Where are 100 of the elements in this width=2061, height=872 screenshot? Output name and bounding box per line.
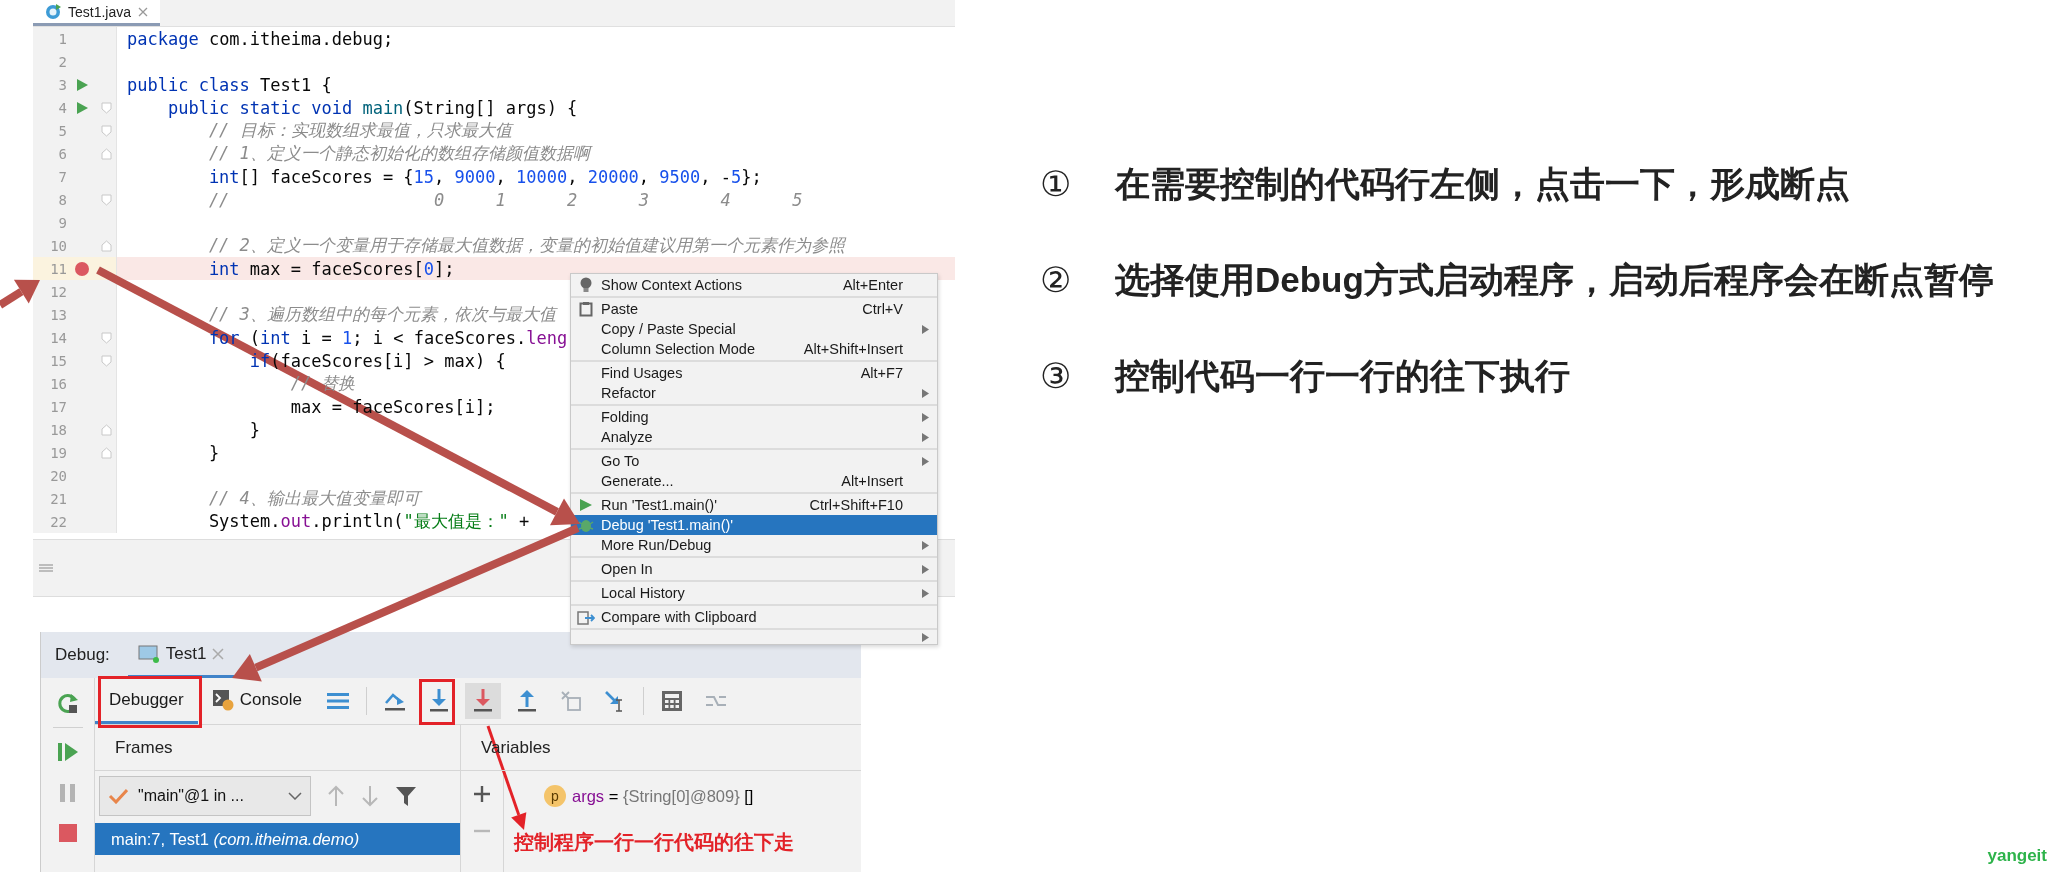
frames-header: Frames [95,725,460,771]
code-line: } [248,419,261,440]
remove-icon [473,829,491,833]
menu-item[interactable]: Open In [571,559,937,579]
menu-item[interactable]: Analyze [571,427,937,447]
line-number: 4 [57,99,67,116]
line-number: 10 [49,237,67,254]
line-number: 22 [49,513,67,530]
menu-item[interactable]: Debug 'Test1.main()' [571,515,937,535]
code-line: public static void main(String[] args) { [166,97,578,118]
run-icon [579,498,593,512]
menu-item[interactable]: Show Context Actions Alt+Enter [571,275,937,295]
menu-item[interactable]: Paste Ctrl+V [571,299,937,319]
line-number: 2 [57,53,67,70]
step-out-icon [518,689,537,713]
run-icon [75,77,89,92]
calculator-icon [662,691,683,711]
debugger-tab[interactable]: Console [197,678,317,724]
code-line: // 0 1 2 3 4 5 [207,189,803,210]
code-line: int max = faceScores[0]; [207,258,455,279]
highlight-frame [419,679,456,725]
submenu-arrow-icon [922,456,929,466]
submenu-arrow-icon [922,388,929,398]
step-text: 选择使用Debug方式启动程序，启动后程序会在断点暂停 [1115,258,1994,301]
submenu-arrow-icon [922,324,929,334]
close-icon [212,647,225,660]
menu-item[interactable]: Go To [571,451,937,471]
menu-item[interactable]: Run 'Test1.main()' Ctrl+Shift+F10 [571,495,937,515]
submenu-arrow-icon [922,564,929,574]
fold-icon [101,147,112,160]
fold-icon [101,239,112,252]
menu-item[interactable]: Folding [571,407,937,427]
line-number: 18 [49,421,67,438]
line-number: 9 [57,214,67,231]
line-number: 3 [57,76,67,93]
menu-item[interactable]: Copy / Paste Special [571,319,937,339]
step-text: 在需要控制的代码行左侧，点击一下，形成断点 [1115,162,1850,205]
arrow [0,279,40,309]
line-number: 5 [57,122,67,139]
menu-item[interactable]: Generate... Alt+Insert [571,471,937,491]
fold-icon [101,423,112,436]
line-number: 12 [49,283,67,300]
line-number: 14 [49,329,67,346]
bulb-icon [579,277,593,293]
menu-item[interactable]: Find Usages Alt+F7 [571,363,937,383]
line-number: 7 [57,168,67,185]
variable-value: args = {String[0]@809} [] [572,786,754,806]
code-line: // 2、定义一个变量用于存储最大值数据，变量的初始值建议用第一个元素作为参照 [207,234,845,257]
caret-icon [288,792,302,800]
line-number: 15 [49,352,67,369]
annotation-text: 控制程序一行一行代码的往下走 [514,830,795,855]
frame-row[interactable]: main:7, Test1 (com.itheima.demo) [95,823,460,855]
menu-item[interactable]: Compare with Clipboard [571,607,937,627]
menu-item[interactable]: Column Selection Mode Alt+Shift+Insert [571,339,937,359]
line-number: 19 [49,444,67,461]
submenu-arrow-icon [922,632,929,642]
drop-frame-icon [560,690,583,712]
debugger-tab[interactable]: Debugger [95,678,198,724]
step-into-icon [430,689,449,713]
step-number: ② [1040,260,1072,300]
step-over-icon [384,691,407,711]
compare-icon [577,609,595,625]
lines-icon [327,692,350,710]
up-arrow-icon [327,785,345,807]
resume-icon [56,741,79,763]
code-line: package com.itheima.debug; [127,28,394,49]
fold-icon [101,193,112,206]
line-number: 1 [57,30,67,47]
run-icon [75,100,89,115]
code-line: int[] faceScores = {15, 9000, 10000, 20000, 9500, -5}; [207,166,762,187]
file-tab[interactable]: Test1.java [33,0,161,26]
fold-icon [101,354,112,367]
step-number: ③ [1040,356,1072,396]
line-number: 20 [49,467,67,484]
code-line: // 目标：实现数组求最值，只求最大值 [207,119,512,142]
menu-item[interactable]: Local History [571,583,937,603]
line-number: 11 [49,260,67,277]
line-number: 6 [57,145,67,162]
fold-icon [101,124,112,137]
pause-icon [58,782,77,804]
bug-icon [578,517,594,533]
code-line: // 3、遍历数组中的每个元素，依次与最大值 [207,303,556,326]
code-line: public class Test1 { [127,74,332,95]
code-line: System.out.println("最大值是：" + [207,510,530,533]
menu-item[interactable]: Refactor [571,383,937,403]
rerun-icon [56,692,79,714]
thread-dropdown[interactable]: "main"@1 in ... [99,776,311,816]
fold-icon [101,101,112,114]
line-number: 13 [49,306,67,323]
breakpoint-icon [74,260,90,277]
line-number: 17 [49,398,67,415]
check-icon [108,788,128,804]
session-tab[interactable]: Test1 [127,632,235,678]
submenu-arrow-icon [922,540,929,550]
menu-item[interactable]: More Run/Debug [571,535,937,555]
fold-icon [101,331,112,344]
console-icon [211,688,234,711]
fold-icon [101,446,112,459]
line-number: 16 [49,375,67,392]
line-number: 8 [57,191,67,208]
